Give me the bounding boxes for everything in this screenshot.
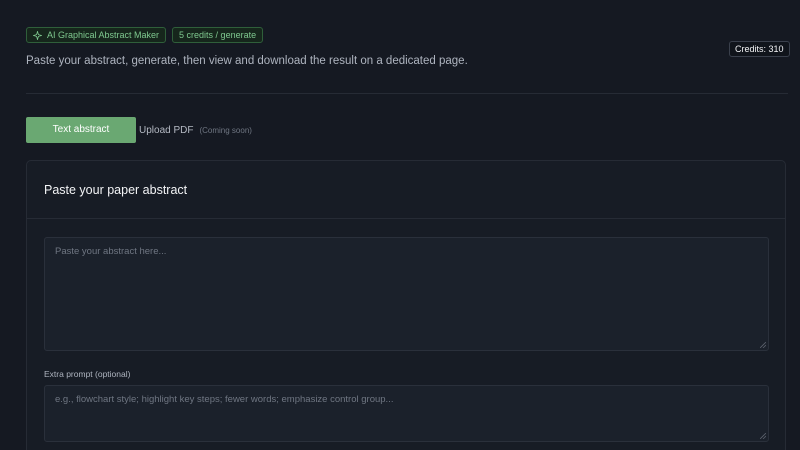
- extra-prompt-textarea[interactable]: e.g., flowchart style; highlight key ste…: [44, 385, 769, 442]
- card-title: Paste your paper abstract: [44, 182, 188, 197]
- input-mode-tabs: Text abstract Upload PDF (Coming soon): [26, 117, 252, 143]
- coming-soon-note: (Coming soon): [199, 125, 252, 135]
- abstract-card: Paste your paper abstract Paste your abs…: [26, 160, 786, 450]
- cost-badge-label: 5 credits / generate: [179, 30, 257, 40]
- credits-badge: Credits: 310: [729, 41, 790, 57]
- divider: [26, 93, 788, 94]
- card-header: Paste your paper abstract: [27, 161, 785, 219]
- extra-prompt-placeholder: e.g., flowchart style; highlight key ste…: [55, 394, 394, 405]
- page-subtitle: Paste your abstract, generate, then view…: [26, 55, 468, 67]
- cost-badge: 5 credits / generate: [172, 27, 264, 43]
- app-badge: AI Graphical Abstract Maker: [26, 27, 167, 43]
- abstract-textarea[interactable]: Paste your abstract here...: [44, 237, 769, 351]
- extra-prompt-label: Extra prompt (optional): [44, 369, 131, 379]
- page: AI Graphical Abstract Maker 5 credits / …: [0, 0, 800, 450]
- tab-text-abstract[interactable]: Text abstract: [26, 117, 136, 143]
- abstract-placeholder: Paste your abstract here...: [55, 246, 167, 257]
- resize-handle-icon[interactable]: [760, 433, 766, 439]
- header-badges: AI Graphical Abstract Maker 5 credits / …: [26, 27, 264, 43]
- sparkle-icon: [33, 30, 42, 40]
- tab-upload-pdf[interactable]: Upload PDF: [139, 125, 193, 136]
- app-badge-label: AI Graphical Abstract Maker: [47, 30, 160, 40]
- resize-handle-icon[interactable]: [760, 342, 766, 348]
